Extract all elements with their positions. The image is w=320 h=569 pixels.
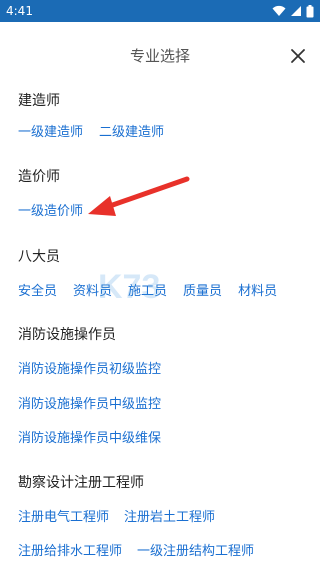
close-icon xyxy=(291,49,305,63)
option-zhuce-yantu[interactable]: 注册岩土工程师 xyxy=(124,509,215,527)
option-row: 安全员 资料员 施工员 质量员 材料员 xyxy=(18,283,277,301)
option-yiji-zhuce-jiegou[interactable]: 一级注册结构工程师 xyxy=(137,543,254,561)
section-title-badayuan: 八大员 xyxy=(18,249,60,265)
option-yiji-zaojiashi[interactable]: 一级造价师 xyxy=(18,203,83,221)
section-title-zaojiashi: 造价师 xyxy=(18,169,60,185)
option-xiaofang-zhongji-jiankong[interactable]: 消防设施操作员中级监控 xyxy=(18,396,161,414)
status-bar: 4:41 xyxy=(0,0,320,22)
option-row: 一级造价师 xyxy=(18,203,83,221)
option-ziliaoyuan[interactable]: 资料员 xyxy=(73,283,112,301)
option-row: 消防设施操作员中级监控 xyxy=(18,396,161,414)
status-icons xyxy=(272,4,314,18)
status-time: 4:41 xyxy=(6,4,33,18)
option-zhuce-dianqi[interactable]: 注册电气工程师 xyxy=(18,509,109,527)
option-xiaofang-zhongji-weibao[interactable]: 消防设施操作员中级维保 xyxy=(18,430,161,448)
signal-icon xyxy=(291,6,301,16)
section-title-xiaofang: 消防设施操作员 xyxy=(18,327,116,343)
section-title-jianzaoshi: 建造师 xyxy=(18,93,60,109)
option-row: 注册电气工程师 注册岩土工程师 xyxy=(18,509,215,527)
battery-icon xyxy=(306,4,314,17)
option-row: 一级建造师 二级建造师 xyxy=(18,124,164,142)
option-xiaofang-chuji-jiankong[interactable]: 消防设施操作员初级监控 xyxy=(18,361,161,379)
wifi-icon xyxy=(272,5,286,16)
section-title-kancha: 勘察设计注册工程师 xyxy=(18,475,144,491)
red-arrow-icon xyxy=(88,176,190,216)
header: 专业选择 xyxy=(0,22,320,88)
option-row: 注册给排水工程师 一级注册结构工程师 xyxy=(18,543,254,561)
option-row: 消防设施操作员初级监控 xyxy=(18,361,161,379)
option-erji-jianzaoshi[interactable]: 二级建造师 xyxy=(99,124,164,142)
option-zhuce-geipaishui[interactable]: 注册给排水工程师 xyxy=(18,543,122,561)
option-cailiaoyuan[interactable]: 材料员 xyxy=(238,283,277,301)
option-anquanyuan[interactable]: 安全员 xyxy=(18,283,57,301)
option-row: 消防设施操作员中级维保 xyxy=(18,430,161,448)
option-shigongyuan[interactable]: 施工员 xyxy=(128,283,167,301)
close-button[interactable] xyxy=(286,44,310,68)
option-zhiliangyuan[interactable]: 质量员 xyxy=(183,283,222,301)
option-yiji-jianzaoshi[interactable]: 一级建造师 xyxy=(18,124,83,142)
page-title: 专业选择 xyxy=(129,47,190,65)
